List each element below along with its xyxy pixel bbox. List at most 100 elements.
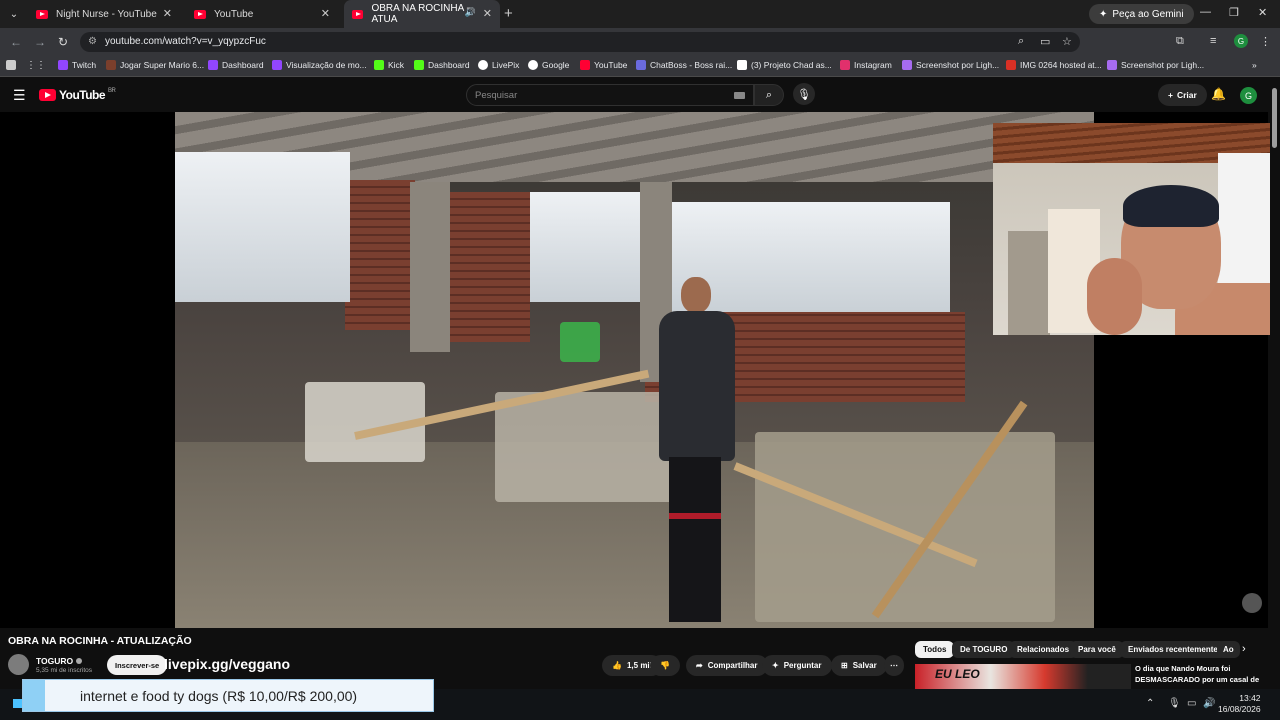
profile-avatar[interactable]: G xyxy=(1234,34,1248,48)
ask-label: Perguntar xyxy=(783,661,822,670)
chip-ao[interactable]: Ao xyxy=(1217,641,1240,658)
channel-watermark-icon[interactable] xyxy=(1242,593,1262,613)
recommended-video-title[interactable]: O dia que Nando Moura foi DESMASCARADO p… xyxy=(1135,663,1265,685)
channel-name-text: TOGURO xyxy=(36,656,74,666)
forward-icon[interactable]: → xyxy=(34,35,46,49)
tab-search-button[interactable]: ⌄ xyxy=(0,0,28,28)
recommended-video-thumbnail[interactable]: EU LEO xyxy=(915,664,1131,689)
webcam-overlay xyxy=(993,123,1280,335)
bookmark-img-0264[interactable]: IMG 0264 hosted at... xyxy=(1006,60,1102,70)
search-button[interactable]: ⌕ xyxy=(754,84,784,106)
close-tab-icon[interactable]: ✕ xyxy=(483,7,492,20)
address-bar[interactable]: ⚙ youtube.com/watch?v=v_yqypzcFuc ⌕ ▭ ☆ xyxy=(80,32,1080,52)
gemini-label: Peça ao Gemini xyxy=(1112,8,1184,20)
subscribe-button[interactable]: Inscrever-se xyxy=(107,655,168,675)
video-player[interactable] xyxy=(0,112,1280,628)
bookmark-google[interactable]: Google xyxy=(528,60,569,70)
hamburger-menu-icon[interactable]: ☰ xyxy=(13,87,26,104)
cast-icon[interactable]: ▭ xyxy=(1040,35,1050,48)
reload-icon[interactable]: ↻ xyxy=(58,35,68,49)
site-info-icon[interactable]: ⚙ xyxy=(88,36,97,47)
create-button[interactable]: + Criar xyxy=(1158,84,1207,106)
bookmark-label: Visualização de mo... xyxy=(286,60,367,70)
tab-title: YouTube xyxy=(214,8,254,20)
alert-text: internet e food ty dogs (R$ 10,00/R$ 200… xyxy=(80,688,358,704)
voice-search-button[interactable]: 🎙 xyxy=(793,83,815,105)
bookmark-kick[interactable]: Kick xyxy=(374,60,404,70)
video-frame[interactable] xyxy=(175,112,1094,628)
channel-name[interactable]: TOGURO xyxy=(36,656,83,666)
audio-playing-icon[interactable]: 🔊 xyxy=(465,7,476,18)
chip-label: Para você xyxy=(1078,645,1116,654)
bookmark-super-mario[interactable]: Jogar Super Mario 6... xyxy=(106,60,204,70)
youtube-logo[interactable]: YouTube BR xyxy=(39,88,116,102)
chip-relacionados[interactable]: Relacionados xyxy=(1009,641,1078,658)
bookmark-twitch[interactable]: Twitch xyxy=(58,60,96,70)
page-scrollbar[interactable] xyxy=(1270,80,1280,720)
new-tab-button[interactable]: + xyxy=(504,5,513,22)
volume-icon[interactable]: 🔊 xyxy=(1203,698,1215,709)
close-tab-icon[interactable]: ✕ xyxy=(321,7,330,20)
microphone-tray-icon[interactable]: 🎙 xyxy=(1168,698,1181,709)
browser-menu-icon[interactable]: ⋮ xyxy=(1260,35,1271,48)
share-button[interactable]: ➦ Compartilhar xyxy=(686,655,768,676)
bookmark-youtube[interactable]: YouTube xyxy=(580,60,627,70)
back-icon[interactable]: ← xyxy=(10,35,22,49)
bookmark-dashboard-twitch[interactable]: Dashboard xyxy=(208,60,264,70)
bookmark-visualizacao[interactable]: Visualização de mo... xyxy=(272,60,367,70)
restore-icon[interactable]: ❐ xyxy=(1229,6,1239,19)
save-playlist-icon: ⊞ xyxy=(841,661,848,670)
more-actions-button[interactable]: ⋯ xyxy=(884,655,904,676)
chevron-right-icon[interactable]: › xyxy=(1242,643,1246,655)
more-bookmarks-icon[interactable]: » xyxy=(1252,60,1257,70)
chip-enviados-recentemente[interactable]: Enviados recentemente xyxy=(1120,641,1226,658)
search-input[interactable]: Pesquisar xyxy=(466,84,754,106)
youtube-favicon-icon xyxy=(352,9,364,19)
save-button[interactable]: ⊞ Salvar xyxy=(831,655,887,676)
bookmark-livepix[interactable]: LivePix xyxy=(478,60,519,70)
network-icon[interactable]: ▭ xyxy=(1187,698,1196,709)
youtube-wordmark: YouTube xyxy=(59,88,106,102)
chip-todos[interactable]: Todos xyxy=(915,641,955,658)
channel-avatar[interactable] xyxy=(8,654,29,675)
youtube-favicon-icon xyxy=(36,9,48,19)
notifications-bell-icon[interactable]: 🔔 xyxy=(1211,87,1226,101)
tab-obra-rocinha[interactable]: OBRA NA ROCINHA - ATUA 🔊 ✕ xyxy=(344,0,500,28)
browser-tab-bar: ⌄ Night Nurse - YouTube ✕ YouTube ✕ OBRA… xyxy=(0,0,1280,28)
tab-youtube[interactable]: YouTube ✕ xyxy=(186,0,338,28)
bookmark-dashboard-kick[interactable]: Dashboard xyxy=(414,60,470,70)
ask-button[interactable]: ✦ Perguntar xyxy=(762,655,832,676)
close-window-icon[interactable]: ✕ xyxy=(1258,6,1267,19)
keyboard-icon[interactable] xyxy=(734,92,745,99)
bookmark-screenshot-1[interactable]: Screenshot por Ligh... xyxy=(902,60,999,70)
share-label: Compartilhar xyxy=(707,661,758,670)
chip-para-voce[interactable]: Para você xyxy=(1070,641,1124,658)
tray-overflow-icon[interactable]: ⌃ xyxy=(1146,698,1154,709)
bookmark-projeto-chad[interactable]: (3) Projeto Chad as... xyxy=(737,60,832,70)
scrollbar-thumb[interactable] xyxy=(1272,88,1277,148)
bookmark-instagram[interactable]: Instagram xyxy=(840,60,892,70)
url-text[interactable]: youtube.com/watch?v=v_yqypzcFuc xyxy=(105,36,266,47)
sidebar-toggle-icon[interactable] xyxy=(6,60,16,70)
zoom-icon[interactable]: ⌕ xyxy=(1018,35,1024,48)
account-avatar[interactable]: G xyxy=(1240,87,1257,104)
system-clock[interactable]: 13:42 16/08/2026 xyxy=(1218,693,1261,715)
donation-alert: internet e food ty dogs (R$ 10,00/R$ 200… xyxy=(22,679,434,712)
apps-icon[interactable]: ⋮⋮ xyxy=(26,60,46,71)
reading-list-icon[interactable]: ≡ xyxy=(1210,35,1216,47)
bookmark-star-icon[interactable]: ☆ xyxy=(1062,35,1072,48)
subscribe-label: Inscrever-se xyxy=(115,660,160,670)
close-tab-icon[interactable]: ✕ xyxy=(163,7,172,20)
bookmark-screenshot-2[interactable]: Screenshot por Ligh... xyxy=(1107,60,1204,70)
tab-night-nurse[interactable]: Night Nurse - YouTube ✕ xyxy=(28,0,180,28)
gemini-button[interactable]: ✦ Peça ao Gemini xyxy=(1089,4,1194,24)
chip-label: Todos xyxy=(923,645,947,654)
minimize-icon[interactable]: — xyxy=(1200,6,1211,18)
gemini-icon: ✦ xyxy=(1099,8,1108,20)
windows-start-icon[interactable] xyxy=(13,699,22,708)
bookmark-chatboss[interactable]: ChatBoss - Boss rai... xyxy=(636,60,732,70)
extensions-icon[interactable]: ⧉ xyxy=(1176,35,1184,48)
bookmark-label: Kick xyxy=(388,60,405,70)
dislike-button[interactable]: 👎 xyxy=(650,655,680,676)
chip-de-toguro[interactable]: De TOGURO xyxy=(952,641,1016,658)
